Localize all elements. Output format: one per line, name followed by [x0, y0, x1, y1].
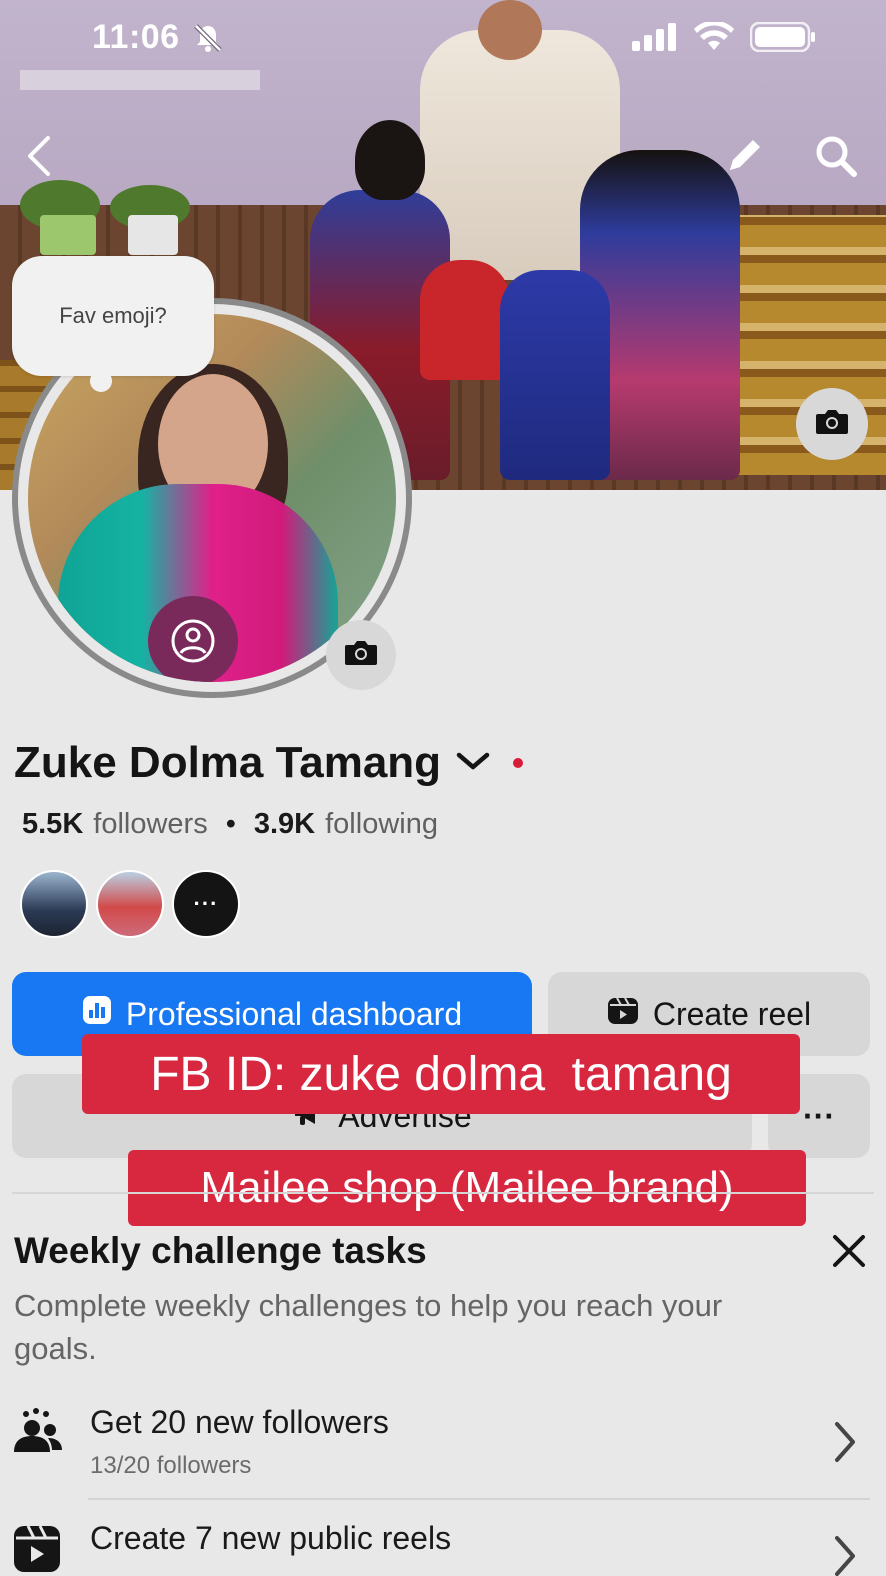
challenge-task[interactable]: Create 7 new public reels [0, 1518, 886, 1576]
task-title: Get 20 new followers [90, 1404, 389, 1440]
note-bubble-text: Fav emoji? [59, 303, 167, 328]
bell-muted-icon [190, 20, 226, 56]
following-count: 3.9K [253, 808, 316, 840]
search-icon[interactable] [808, 128, 864, 184]
task-title: Create 7 new public reels [90, 1520, 452, 1556]
signal-icon [632, 23, 678, 56]
profile-name: Zuke Dolma Tamang [14, 738, 442, 787]
following-label: following [325, 808, 438, 840]
camera-icon [344, 639, 378, 672]
friend-avatar[interactable] [96, 870, 164, 938]
more-friends-label: ··· [193, 891, 219, 916]
more-options-label: ··· [803, 1097, 835, 1134]
battery-icon [749, 21, 816, 57]
chevron-right-icon [832, 1420, 858, 1469]
professional-mode-icon [148, 596, 238, 682]
weekly-challenge-title: Weekly challenge tasks [14, 1230, 427, 1271]
note-bubble[interactable]: Fav emoji? [12, 256, 214, 376]
task-divider [88, 1498, 870, 1500]
friends-row: ··· [20, 870, 240, 938]
people-icon [12, 1404, 64, 1461]
reel-icon [12, 1522, 62, 1576]
followers-label: followers [93, 808, 208, 840]
dashboard-icon [82, 995, 112, 1033]
caption-text: Mailee shop (Mailee brand) [200, 1163, 734, 1212]
wifi-icon [694, 20, 734, 57]
profile-stats[interactable]: 5.5K followers • 3.9K following [22, 808, 438, 841]
task-progress: 13/20 followers [90, 1452, 252, 1479]
camera-icon [815, 408, 849, 441]
edit-pencil-icon[interactable] [720, 130, 770, 180]
chevron-down-icon[interactable] [455, 749, 491, 778]
overlay-caption-shop: Mailee shop (Mailee brand) [128, 1150, 806, 1226]
chevron-right-icon [832, 1534, 858, 1576]
more-friends-button[interactable]: ··· [172, 870, 240, 938]
close-icon[interactable] [830, 1232, 868, 1275]
back-icon[interactable] [18, 132, 58, 180]
challenge-task[interactable]: Get 20 new followers 13/20 followers [0, 1400, 886, 1500]
professional-dashboard-label: Professional dashboard [125, 995, 463, 1032]
note-bubble-tail [90, 370, 112, 392]
avatar-camera-button[interactable] [326, 620, 396, 690]
weekly-challenge-description: Complete weekly challenges to help you r… [14, 1288, 723, 1366]
section-divider [12, 1192, 874, 1194]
create-reel-label: Create reel [652, 995, 812, 1032]
cover-camera-button[interactable] [796, 388, 868, 460]
caption-text: FB ID: zuke dolma tamang [150, 1047, 732, 1101]
status-time: 11:06 [92, 18, 180, 56]
notification-dot [513, 758, 524, 768]
overlay-caption-fb-id: FB ID: zuke dolma tamang [82, 1034, 800, 1114]
reel-icon [607, 994, 639, 1034]
friend-avatar[interactable] [20, 870, 88, 938]
stats-separator: • [225, 808, 236, 840]
followers-count: 5.5K [22, 808, 84, 840]
